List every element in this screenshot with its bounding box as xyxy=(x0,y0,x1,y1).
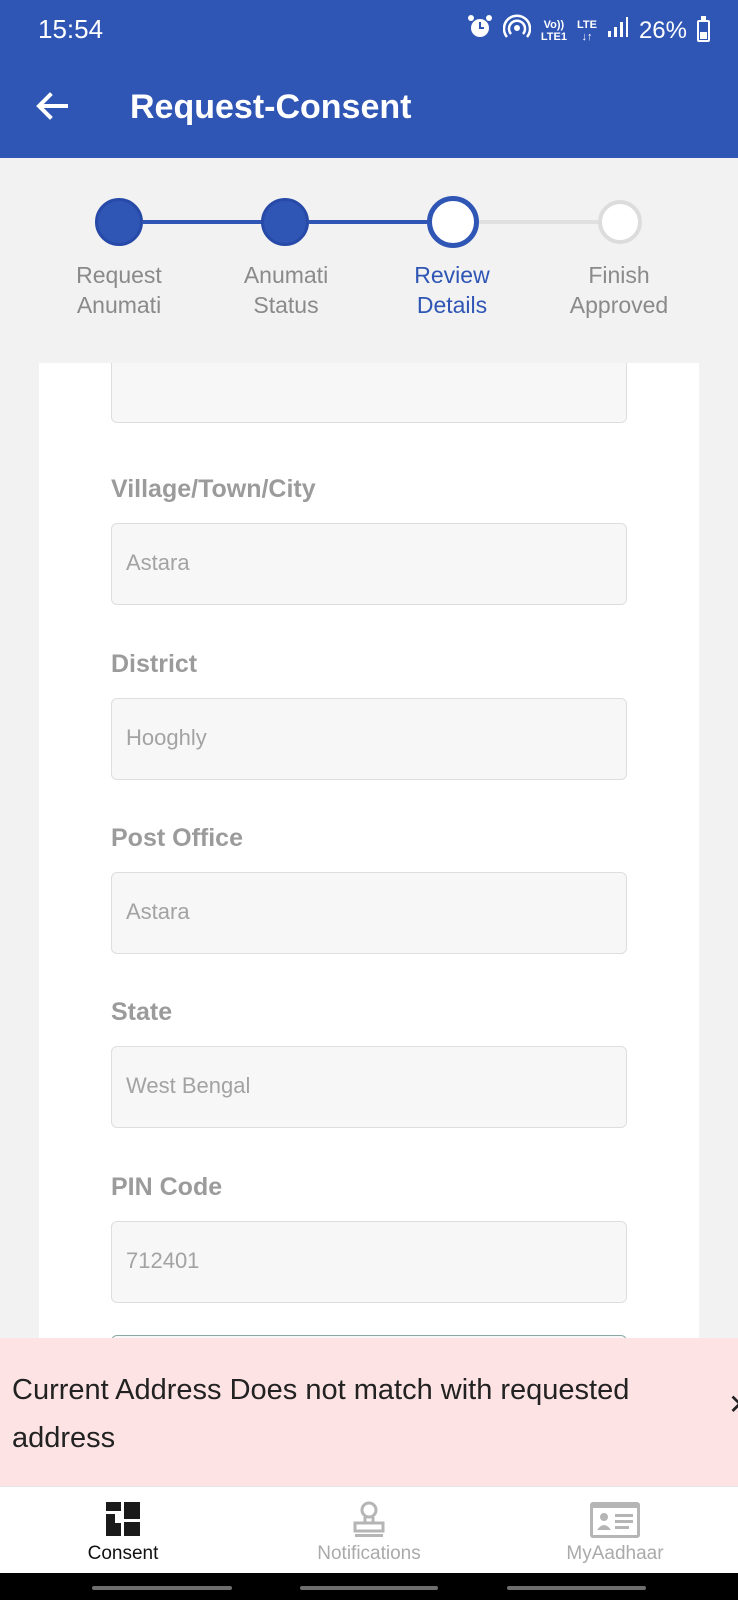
app-bar: Request-Consent xyxy=(0,58,738,158)
nav-item-notifications[interactable]: Notifications xyxy=(246,1487,492,1574)
step-label-line1: Request xyxy=(76,262,162,288)
lte-top-label: LTE xyxy=(576,19,597,31)
recents-gesture-handle[interactable] xyxy=(92,1586,232,1590)
bottom-navigation: Consent Notifications MyAadhaar xyxy=(0,1486,738,1573)
battery-icon xyxy=(697,16,710,42)
village-town-city-label: Village/Town/City xyxy=(111,475,316,503)
status-time: 15:54 xyxy=(38,14,104,44)
step-connector-3 xyxy=(479,220,600,224)
step-dot-finish-approved xyxy=(598,200,642,244)
nav-item-myaadhaar[interactable]: MyAadhaar xyxy=(492,1487,738,1574)
field-value: 712401 xyxy=(126,1248,200,1273)
volte-icon: Vo)) LTE1 xyxy=(541,19,567,43)
address-details-card[interactable]: Village/Town/City Astara District Hooghl… xyxy=(39,363,699,1338)
status-bar: 15:54 Vo)) LTE1 LTE ↓↑ 26% xyxy=(0,0,738,58)
close-icon[interactable]: ✕ xyxy=(728,1388,738,1421)
error-banner: Current Address Does not match with requ… xyxy=(0,1338,738,1486)
lte-icon: LTE ↓↑ xyxy=(577,19,597,43)
step-label-line2: Anumati xyxy=(76,292,162,318)
state-input[interactable]: West Bengal xyxy=(111,1046,627,1128)
step-connector-2 xyxy=(309,220,427,224)
post-office-label: Post Office xyxy=(111,824,243,852)
step-label-finish-approved: Finish Approved xyxy=(544,260,694,320)
id-card-icon xyxy=(590,1502,640,1538)
step-dot-anumati-status xyxy=(261,198,309,246)
stamp-icon xyxy=(353,1501,385,1537)
nav-item-consent[interactable]: Consent xyxy=(0,1487,246,1574)
signal-icon xyxy=(607,16,629,46)
lte-bottom-label: ↓↑ xyxy=(581,31,593,43)
step-label-line1: Anumati xyxy=(243,262,329,288)
pin-code-label: PIN Code xyxy=(111,1173,223,1201)
step-label-anumati-status: Anumati Status xyxy=(211,260,361,320)
back-arrow-icon[interactable] xyxy=(30,84,74,128)
field-value: Hooghly xyxy=(126,725,207,750)
system-navigation-bar xyxy=(0,1573,738,1600)
village-town-city-input[interactable]: Astara xyxy=(111,523,627,605)
step-label-line2: Status xyxy=(253,292,319,318)
nav-label-myaadhaar: MyAadhaar xyxy=(566,1543,664,1564)
nav-label-consent: Consent xyxy=(87,1543,159,1564)
step-dot-review-details xyxy=(427,196,479,248)
back-gesture-handle[interactable] xyxy=(507,1586,646,1590)
battery-percent: 26% xyxy=(638,17,687,44)
step-connector-1 xyxy=(143,220,263,224)
hotspot-icon xyxy=(502,14,532,48)
field-value: Astara xyxy=(126,550,190,575)
post-office-input[interactable]: Astara xyxy=(111,872,627,954)
progress-stepper: Request Anumati Anumati Status Review De… xyxy=(0,158,738,363)
field-value: Astara xyxy=(126,899,190,924)
dashboard-icon xyxy=(106,1502,140,1536)
volte-bottom-label: LTE1 xyxy=(540,31,567,43)
field-value: West Bengal xyxy=(126,1073,251,1098)
previous-field-input[interactable] xyxy=(111,363,627,423)
status-icons: Vo)) LTE1 LTE ↓↑ 26% xyxy=(467,14,710,48)
step-label-line2: Details xyxy=(416,292,488,318)
step-label-review-details: Review Details xyxy=(377,260,527,320)
page-title: Request-Consent xyxy=(130,88,412,126)
district-label: District xyxy=(111,650,198,678)
pin-code-input[interactable]: 712401 xyxy=(111,1221,627,1303)
state-label: State xyxy=(111,998,173,1026)
step-label-request-anumati: Request Anumati xyxy=(44,260,194,320)
step-dot-request-anumati xyxy=(95,198,143,246)
step-label-line1: Review xyxy=(414,262,490,288)
alarm-icon xyxy=(467,14,493,48)
step-label-line1: Finish xyxy=(588,262,650,288)
volte-top-label: Vo)) xyxy=(543,19,565,31)
nav-label-notifications: Notifications xyxy=(317,1543,421,1564)
step-label-line2: Approved xyxy=(569,292,669,318)
district-input[interactable]: Hooghly xyxy=(111,698,627,780)
error-message: Current Address Does not match with requ… xyxy=(12,1374,630,1454)
home-gesture-handle[interactable] xyxy=(300,1586,438,1590)
